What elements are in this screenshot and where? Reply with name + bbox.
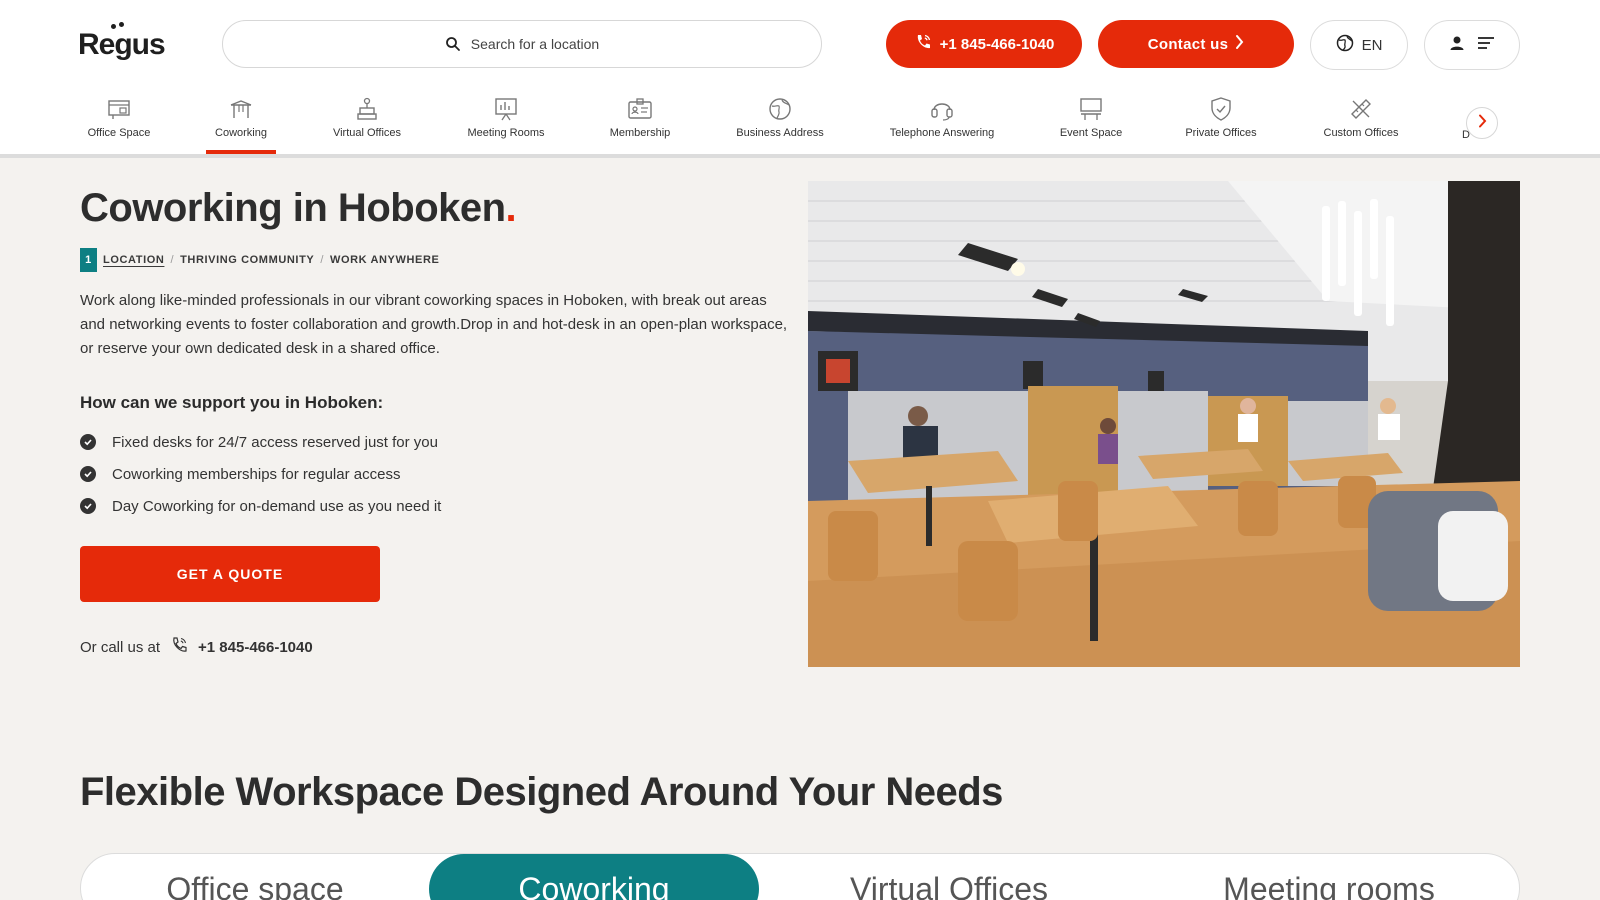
location-search-input[interactable]: Search for a location (222, 20, 822, 68)
event-space-icon (1078, 92, 1104, 122)
coworking-space-photo (808, 181, 1520, 667)
account-menu-button[interactable] (1424, 20, 1520, 70)
chevron-right-icon (1234, 34, 1244, 54)
nav-scroll-right-button[interactable] (1466, 107, 1498, 139)
tab-coworking[interactable]: Coworking (429, 854, 759, 900)
call-phone-link[interactable]: +1 845-466-1040 (198, 639, 313, 656)
language-label: EN (1361, 36, 1383, 54)
telephone-answering-icon (929, 92, 955, 122)
nav-item-private-offices[interactable]: Private Offices (1180, 92, 1262, 154)
nav-item-event-space[interactable]: Event Space (1056, 92, 1126, 154)
nav-item-office-space[interactable]: Office Space (80, 92, 158, 154)
nav-label: Membership (609, 127, 671, 139)
benefits-list: Fixed desks for 24/7 access reserved jus… (80, 426, 441, 522)
phone-button[interactable]: +1 845-466-1040 (886, 20, 1082, 68)
phone-icon (914, 33, 932, 55)
nav-label: Office Space (87, 127, 151, 139)
nav-label: Telephone Answering (889, 127, 995, 139)
hamburger-icon (1477, 36, 1495, 55)
nav-item-membership[interactable]: Membership (604, 92, 676, 154)
search-icon (445, 36, 461, 52)
title-dot: . (505, 186, 517, 230)
section-title: Flexible Workspace Designed Around Your … (80, 770, 1003, 814)
nav-label: Private Offices (1185, 127, 1257, 139)
language-selector[interactable]: EN (1310, 20, 1408, 70)
nav-label: Event Space (1059, 127, 1123, 139)
breadcrumb-item: WORK ANYWHERE (330, 254, 440, 266)
logo-wordmark: Regus (78, 28, 166, 61)
check-circle-icon (80, 498, 96, 514)
phone-outline-icon (170, 636, 188, 658)
coworking-icon (228, 92, 254, 122)
membership-icon (627, 92, 653, 122)
tab-virtual-offices[interactable]: Virtual Offices (759, 854, 1139, 900)
chevron-right-icon (1477, 114, 1487, 133)
breadcrumb-location-link[interactable]: LOCATION (103, 254, 164, 266)
tab-office-space[interactable]: Office space (81, 854, 429, 900)
breadcrumb: 1 LOCATION / THRIVING COMMUNITY / WORK A… (80, 248, 439, 272)
page-title-text: Coworking in Hoboken (80, 186, 506, 230)
list-item: Fixed desks for 24/7 access reserved jus… (80, 426, 441, 458)
get-a-quote-button[interactable]: GET A QUOTE (80, 546, 380, 602)
globe-icon (1336, 34, 1354, 56)
user-icon (1449, 35, 1465, 56)
office-space-icon (106, 92, 132, 122)
nav-label: Business Address (736, 127, 824, 139)
benefit-text: Day Coworking for on-demand use as you n… (112, 497, 442, 515)
benefit-text: Fixed desks for 24/7 access reserved jus… (112, 433, 438, 451)
nav-item-telephone-answering[interactable]: Telephone Answering (884, 92, 1000, 154)
breadcrumb-separator: / (320, 254, 324, 266)
check-circle-icon (80, 434, 96, 450)
list-item: Day Coworking for on-demand use as you n… (80, 490, 441, 522)
nav-item-virtual-offices[interactable]: Virtual Offices (326, 92, 408, 154)
contact-us-button[interactable]: Contact us (1098, 20, 1294, 68)
business-address-icon (767, 92, 793, 122)
breadcrumb-separator: / (170, 254, 175, 266)
meeting-rooms-icon (493, 92, 519, 122)
check-circle-icon (80, 466, 96, 482)
product-nav: Office Space Coworking Virtual Offices M… (0, 92, 1600, 154)
virtual-offices-icon (354, 92, 380, 122)
regus-logo[interactable]: Regus (78, 22, 166, 64)
nav-label: Meeting Rooms (467, 127, 545, 139)
shield-check-icon (1208, 92, 1234, 122)
page-title: Coworking in Hoboken. (80, 186, 517, 231)
breadcrumb-item: THRIVING COMMUNITY (180, 254, 315, 266)
ruler-pencil-icon (1348, 92, 1374, 122)
logo-dot (111, 24, 116, 29)
nav-item-business-address[interactable]: Business Address (730, 92, 830, 154)
nav-label: Custom Offices (1323, 127, 1399, 139)
nav-item-custom-offices[interactable]: Custom Offices (1318, 92, 1404, 154)
hero-description: Work along like-minded professionals in … (80, 292, 788, 357)
call-prefix: Or call us at (80, 638, 161, 656)
site-header: Regus Search for a location +1 845-466-1… (0, 0, 1600, 158)
phone-button-label: +1 845-466-1040 (939, 35, 1055, 53)
benefit-text: Coworking memberships for regular access (112, 465, 401, 483)
nav-item-meeting-rooms[interactable]: Meeting Rooms (464, 92, 548, 154)
contact-button-label: Contact us (1147, 35, 1229, 53)
call-us-line: Or call us at +1 845-466-1040 (80, 636, 313, 658)
nav-item-coworking[interactable]: Coworking (206, 92, 276, 154)
search-placeholder: Search for a location (470, 36, 600, 52)
logo-dot (119, 22, 124, 27)
nav-label: Coworking (215, 127, 267, 139)
tab-meeting-rooms[interactable]: Meeting rooms (1139, 854, 1519, 900)
location-count-badge: 1 (80, 248, 97, 272)
support-heading: How can we support you in Hoboken: (80, 393, 384, 412)
list-item: Coworking memberships for regular access (80, 458, 441, 490)
nav-label: Virtual Offices (332, 127, 402, 139)
workspace-tabs: Office space Coworking Virtual Offices M… (80, 853, 1520, 900)
